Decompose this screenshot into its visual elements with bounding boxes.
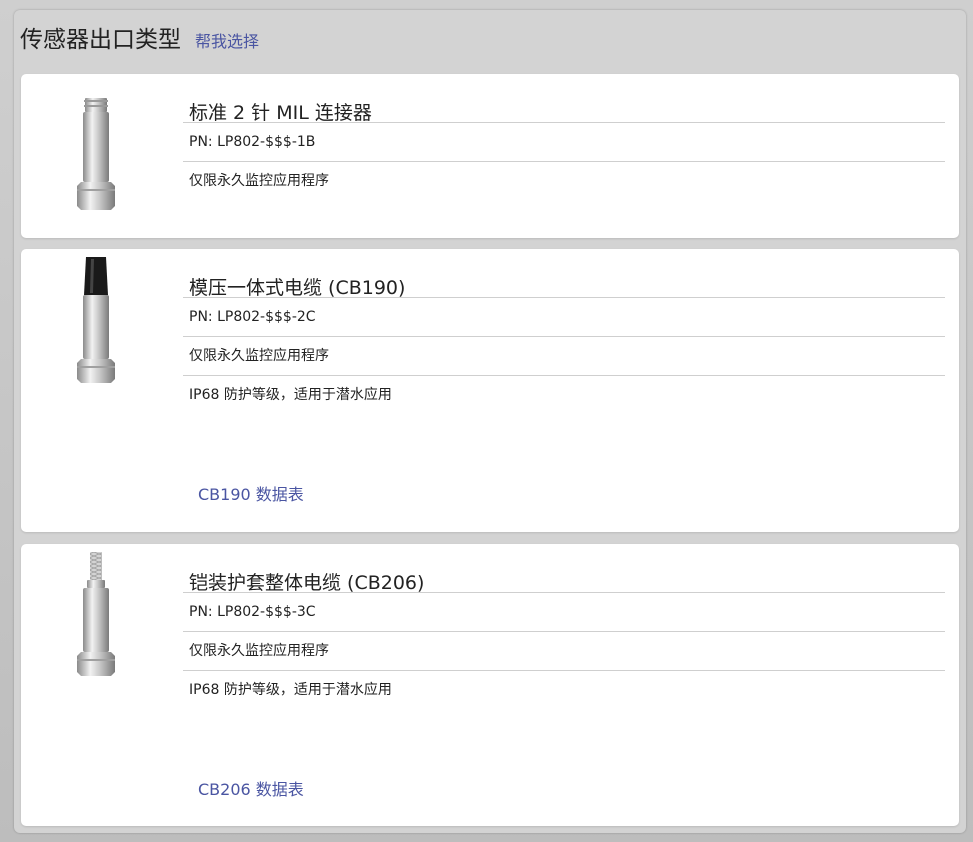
panel-title: 传感器出口类型: [20, 27, 181, 53]
part-number: PN: LP802-$$$-1B: [183, 123, 945, 162]
help-me-choose-link[interactable]: 帮我选择: [195, 28, 259, 52]
option-title: 铠装护套整体电缆 (CB206): [183, 544, 945, 594]
option-card-body: 模压一体式电缆 (CB190) PN: LP802-$$$-2C 仅限永久监控应…: [183, 249, 945, 414]
feature-ip68: IP68 防护等级，适用于潜水应用: [189, 387, 392, 403]
feature-permanent-monitoring: 仅限永久监控应用程序: [183, 337, 945, 376]
option-card-armored-cable[interactable]: 铠装护套整体电缆 (CB206) PN: LP802-$$$-3C 仅限永久监控…: [21, 544, 959, 826]
option-card-body: 铠装护套整体电缆 (CB206) PN: LP802-$$$-3C 仅限永久监控…: [183, 544, 945, 709]
option-title: 模压一体式电缆 (CB190): [183, 249, 945, 299]
cb190-datasheet-link[interactable]: CB190 数据表: [198, 481, 304, 505]
sensor-exit-type-panel: 传感器出口类型 帮我选择 标准 2 针 MIL 连接器 PN: LP802-$$…: [14, 10, 966, 833]
mil-connector-sensor-icon: [77, 98, 115, 210]
option-title: 标准 2 针 MIL 连接器: [183, 74, 945, 124]
part-number: PN: LP802-$$$-3C: [183, 593, 945, 632]
molded-cable-sensor-icon: [77, 257, 115, 383]
feature-permanent-monitoring: 仅限永久监控应用程序: [189, 173, 329, 189]
option-card-body: 标准 2 针 MIL 连接器 PN: LP802-$$$-1B 仅限永久监控应用…: [183, 74, 945, 200]
armored-cable-sensor-icon: [77, 552, 115, 676]
cb206-datasheet-link[interactable]: CB206 数据表: [198, 776, 304, 800]
part-number: PN: LP802-$$$-2C: [183, 298, 945, 337]
feature-ip68: IP68 防护等级，适用于潜水应用: [189, 682, 392, 698]
feature-permanent-monitoring: 仅限永久监控应用程序: [183, 632, 945, 671]
panel-header: 传感器出口类型 帮我选择: [20, 20, 259, 60]
option-card-mil-connector[interactable]: 标准 2 针 MIL 连接器 PN: LP802-$$$-1B 仅限永久监控应用…: [21, 74, 959, 238]
option-card-molded-cable[interactable]: 模压一体式电缆 (CB190) PN: LP802-$$$-2C 仅限永久监控应…: [21, 249, 959, 532]
